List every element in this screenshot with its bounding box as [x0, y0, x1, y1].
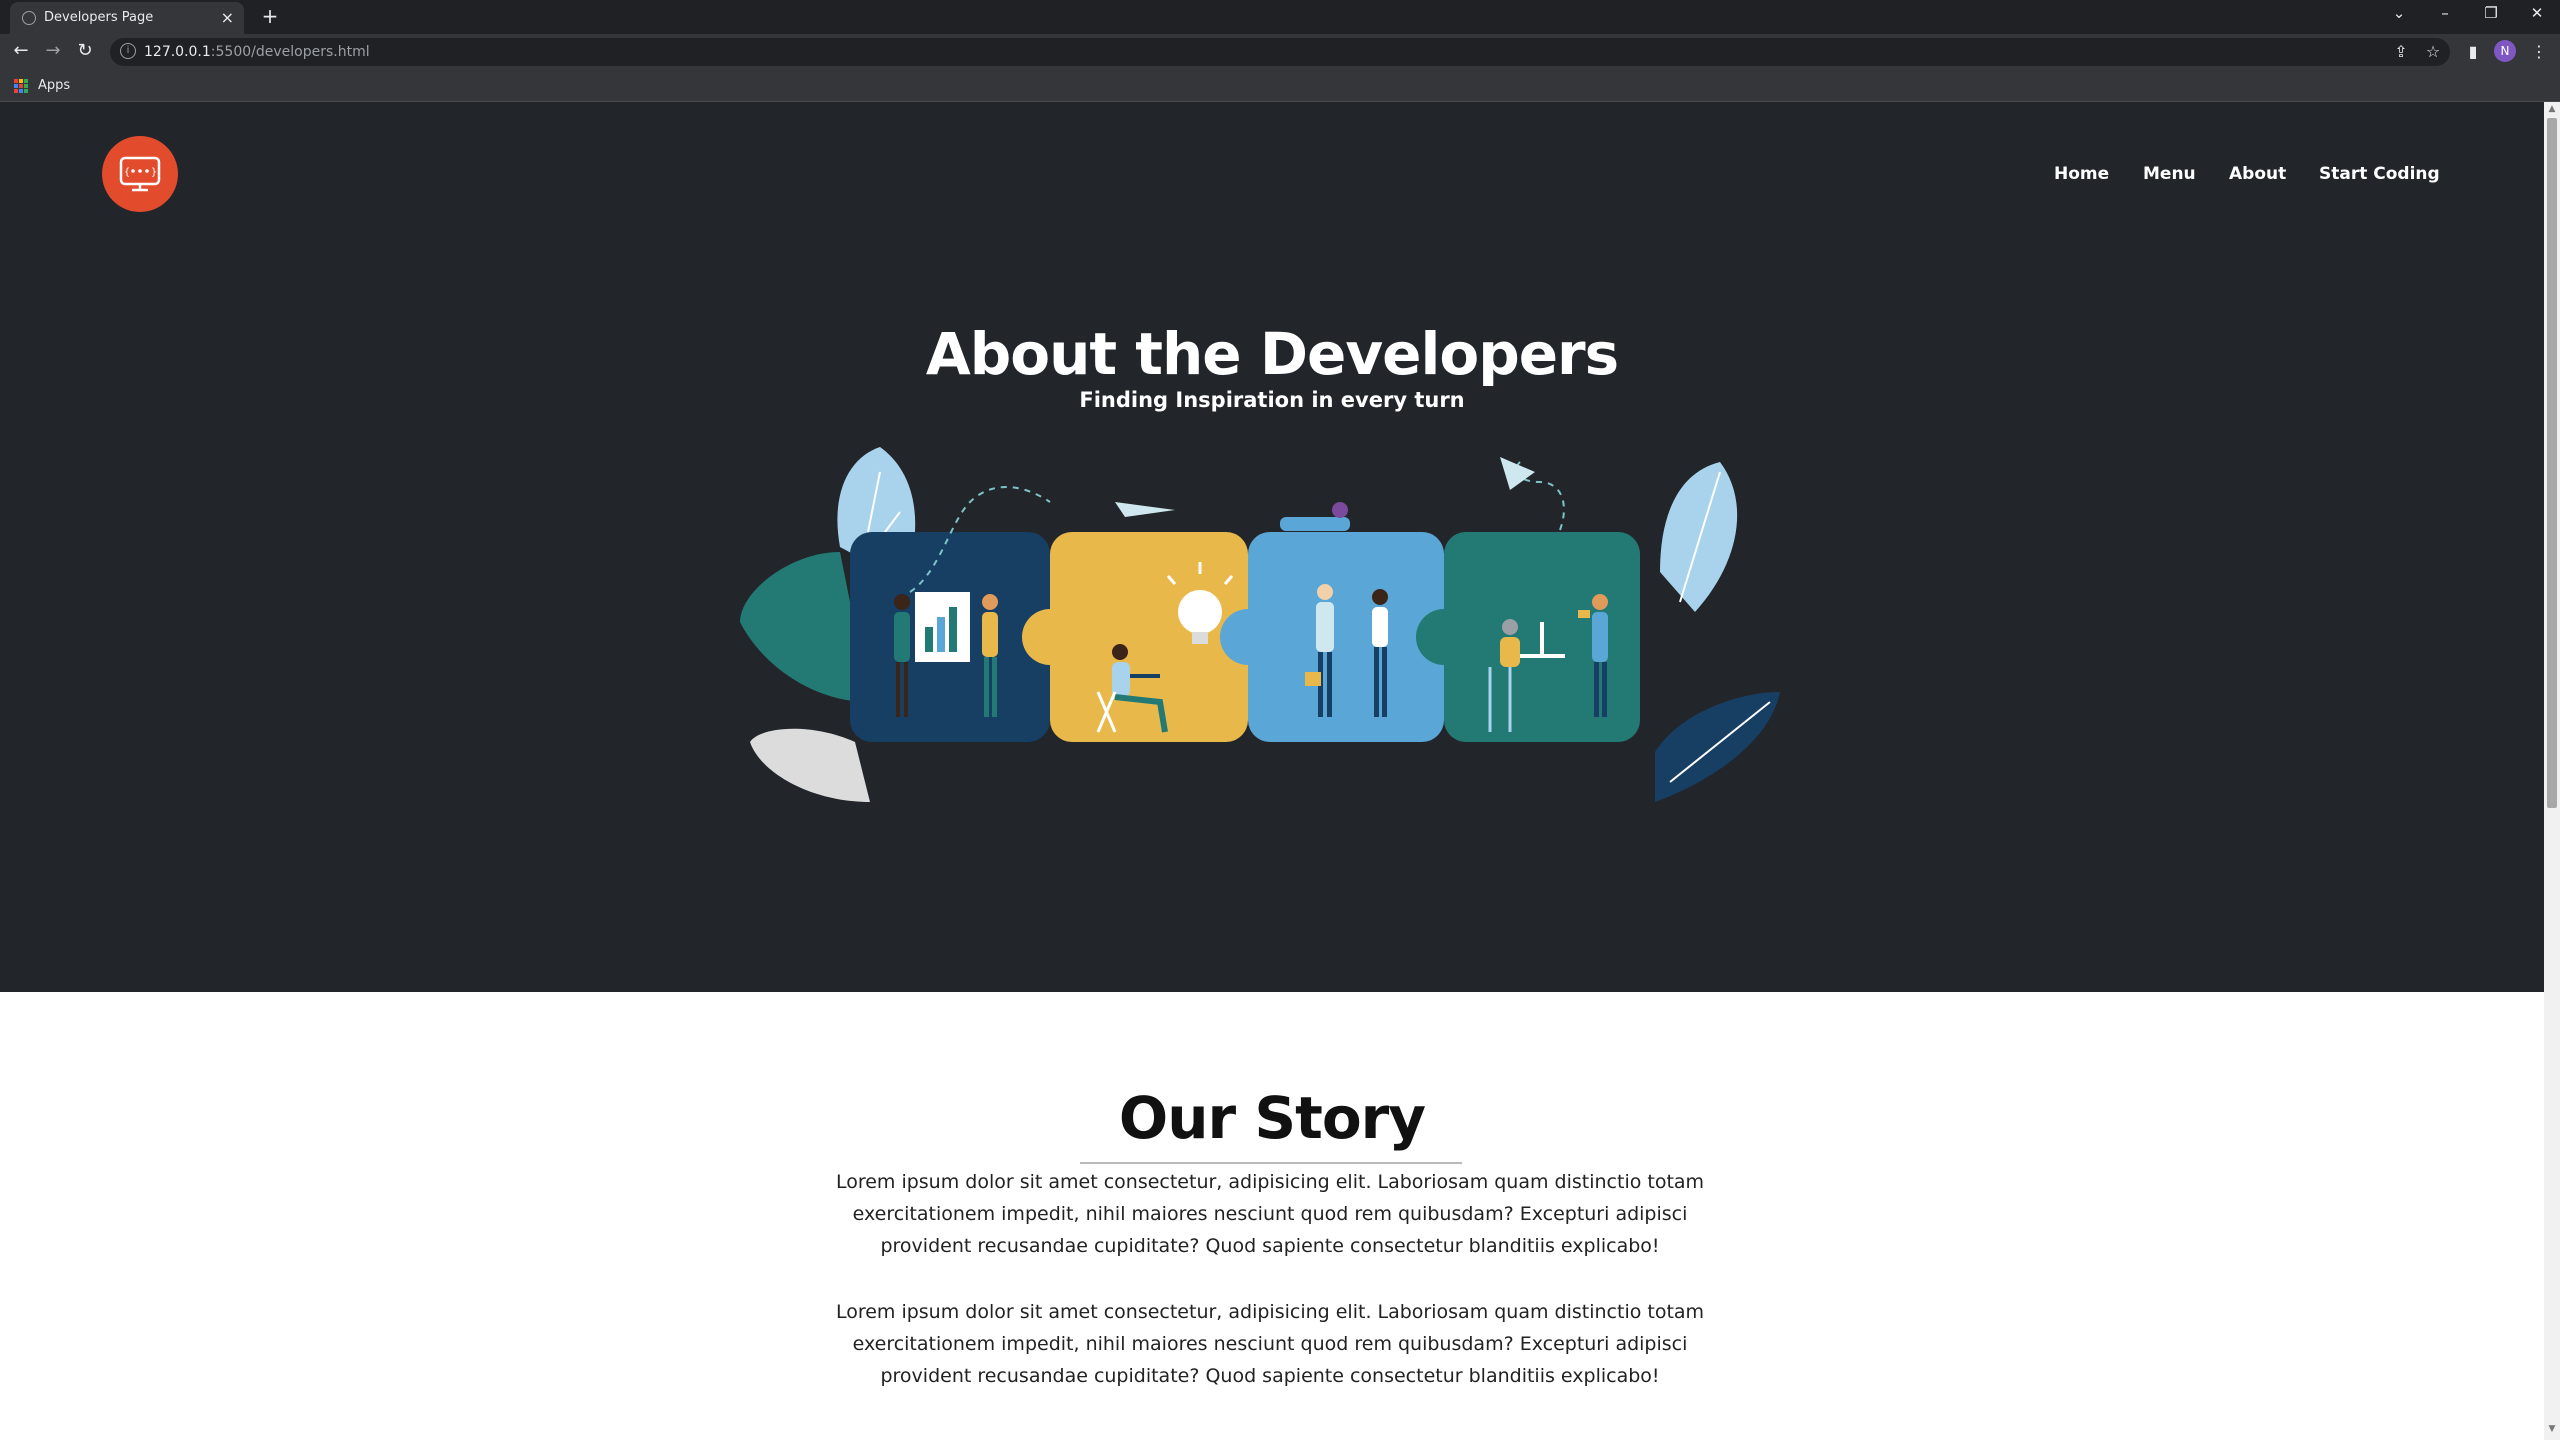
kebab-menu-icon[interactable]: ⋮ — [2528, 42, 2550, 61]
apps-grid-icon[interactable] — [14, 79, 28, 93]
globe-icon — [22, 11, 36, 25]
url-path: :5500/developers.html — [210, 44, 370, 60]
tab-strip: Developers Page × + ⌄ – ❐ ✕ — [0, 0, 2560, 34]
hero-title: About the Developers — [925, 320, 1619, 388]
profile-avatar[interactable]: N — [2494, 40, 2516, 62]
nav-about[interactable]: About — [2229, 164, 2286, 184]
story-title: Our Story — [1118, 1084, 1426, 1152]
close-tab-icon[interactable]: × — [221, 8, 234, 27]
story-paragraph: Lorem ipsum dolor sit amet consectetur, … — [835, 1301, 1705, 1387]
teamwork-puzzle-illustration — [740, 447, 1780, 802]
restore-button[interactable]: ❐ — [2476, 4, 2506, 22]
hero-subtitle: Finding Inspiration in every turn — [1079, 388, 1465, 412]
minimize-button[interactable]: – — [2430, 4, 2460, 22]
close-window-button[interactable]: ✕ — [2522, 4, 2552, 22]
browser-tab[interactable]: Developers Page × — [10, 2, 244, 34]
address-bar[interactable]: i 127.0.0.1:5500/developers.html ⇪ ☆ — [110, 38, 2450, 66]
share-icon[interactable]: ⇪ — [2390, 42, 2412, 61]
browser-toolbar: ← → ↻ i 127.0.0.1:5500/developers.html ⇪… — [0, 34, 2560, 70]
story-divider — [1080, 1162, 1462, 1164]
site-logo[interactable]: { } — [102, 136, 178, 212]
bookmark-star-icon[interactable]: ☆ — [2422, 42, 2444, 61]
nav-start-coding[interactable]: Start Coding — [2319, 164, 2440, 184]
nav-menu[interactable]: Menu — [2143, 164, 2196, 184]
forward-icon[interactable]: → — [40, 40, 66, 61]
scroll-up-arrow-icon[interactable]: ▲ — [2544, 104, 2560, 118]
apps-bookmark[interactable]: Apps — [38, 78, 70, 93]
scroll-down-arrow-icon[interactable]: ▼ — [2544, 1424, 2560, 1438]
svg-text:{: { — [124, 167, 130, 178]
story-paragraph: Lorem ipsum dolor sit amet consectetur, … — [835, 1171, 1705, 1257]
scrollbar-thumb[interactable] — [2547, 118, 2557, 808]
reload-icon[interactable]: ↻ — [72, 40, 98, 61]
tab-title: Developers Page — [44, 10, 154, 25]
monitor-code-icon: { } — [119, 156, 161, 192]
bookmarks-bar: Apps — [0, 70, 2560, 102]
svg-text:}: } — [151, 167, 157, 178]
side-panel-icon[interactable]: ▮ — [2462, 42, 2484, 61]
browser-chrome: Developers Page × + ⌄ – ❐ ✕ ← → ↻ i 127.… — [0, 0, 2560, 102]
page-viewport: { } Home Menu About Start Coding About t… — [0, 102, 2544, 1440]
nav-home[interactable]: Home — [2054, 164, 2109, 184]
tab-search-icon[interactable]: ⌄ — [2384, 4, 2414, 22]
new-tab-button[interactable]: + — [258, 5, 282, 29]
page-scrollbar[interactable]: ▲ ▼ — [2544, 102, 2560, 1440]
back-icon[interactable]: ← — [8, 40, 34, 61]
url-host: 127.0.0.1 — [144, 44, 211, 60]
site-info-icon[interactable]: i — [120, 43, 136, 59]
hero-section: { } Home Menu About Start Coding About t… — [0, 102, 2544, 992]
story-section: Our Story Lorem ipsum dolor sit amet con… — [0, 992, 2544, 1440]
